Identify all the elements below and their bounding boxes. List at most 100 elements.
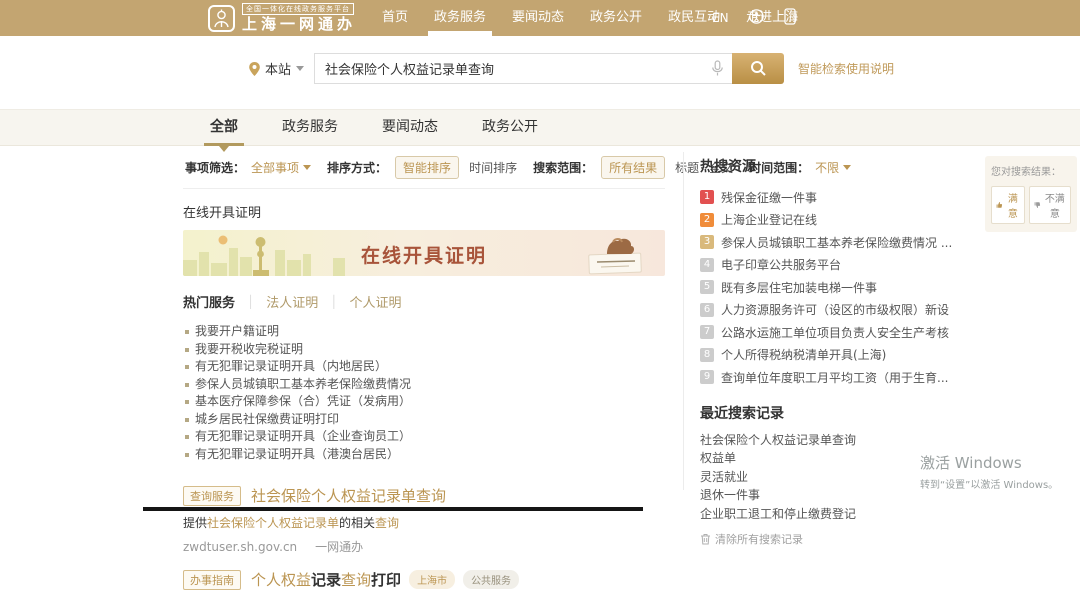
category-tag: 公共服务 [463,570,519,589]
result-description: 提供社会保险个人权益记录单的相关查询 [183,514,665,531]
cert-service-item[interactable]: 我要开税收完税证明 [183,341,665,359]
windows-activation-watermark: 激活 Windows 转到“设置”以激活 Windows。 [920,452,1058,491]
result-type-badge: 办事指南 [183,570,241,590]
search-zone: 本站 智能检索使用说明 热门搜索： 残保金征缴 灵活就业一件事 无障碍改造 [0,36,1080,110]
search-input[interactable] [314,53,732,84]
cert-service-item[interactable]: 有无犯罪记录证明开具（内地居民） [183,358,665,376]
rank-badge: 3 [700,235,714,249]
search-scope-dropdown[interactable]: 本站 [248,59,304,78]
region-tag: 上海市 [409,570,455,589]
thumb-up-icon [996,200,1003,210]
cert-tab-personal[interactable]: 个人证明 [350,292,402,311]
tab-gov-services[interactable]: 政务服务 [282,110,338,146]
recent-search-item[interactable]: 社会保险个人权益记录单查询 [700,431,975,450]
cert-tab-legal-person[interactable]: 法人证明 [266,292,318,311]
hot-resources-list: 1残保金征缴一件事 2上海企业登记在线 3参保人员城镇职工基本养老保险缴费情况 … [700,186,975,389]
filter-item-label: 事项筛选： [185,159,245,176]
nav-services[interactable]: 政务服务 [434,0,486,36]
satisfied-button[interactable]: 满意 [991,186,1025,224]
sort-time-option[interactable]: 时间排序 [469,159,517,176]
rank-badge: 4 [700,258,714,272]
mascot-icon [208,5,235,32]
result-title-link[interactable]: 个人权益记录查询打印 [251,569,401,590]
search-result: 办事指南 个人权益记录查询打印 上海市 公共服务 [183,569,665,590]
hot-resource-item[interactable]: 5既有多层住宅加装电梯一件事 [700,276,975,299]
hot-resource-item[interactable]: 2上海企业登记在线 [700,209,975,232]
tab-news[interactable]: 要闻动态 [382,110,438,146]
filter-item-dropdown[interactable]: 全部事项 [251,159,311,176]
hot-resource-item[interactable]: 3参保人员城镇职工基本养老保险缴费情况 ... [700,231,975,254]
nav-news[interactable]: 要闻动态 [512,0,564,36]
rank-badge: 2 [700,213,714,227]
rank-badge: 6 [700,303,714,317]
feedback-label: 您对搜索结果： [991,163,1071,178]
scope-title-option[interactable]: 标题 [675,159,699,176]
search-result: 查询服务 社会保险个人权益记录单查询 提供社会保险个人权益记录单的相关查询 zw… [183,485,665,555]
smart-search-help-link[interactable]: 智能检索使用说明 [798,60,894,77]
hot-resources-title: 热搜资源 [700,156,975,176]
hot-resource-item[interactable]: 9查询单位年度职工月平均工资（用于生育... [700,366,975,389]
cert-service-item[interactable]: 参保人员城镇职工基本养老保险缴费情况 [183,376,665,394]
divider: │ [247,295,254,309]
rank-badge: 8 [700,348,714,362]
cert-tabs: 热门服务 │ 法人证明 │ 个人证明 [183,292,665,311]
rank-badge: 9 [700,370,714,384]
footer-edge [143,507,643,511]
cert-service-item[interactable]: 基本医疗保障参保（合）凭证（发病用） [183,393,665,411]
location-pin-icon [248,61,261,77]
language-switch[interactable]: EN [712,11,729,25]
chevron-down-icon [303,165,311,170]
feedback-panel: 您对搜索结果： 满意 不满意 [985,156,1077,232]
column-divider [683,152,684,490]
hot-resource-item[interactable]: 7公路水运施工单位项目负责人安全生产考核 [700,321,975,344]
unsatisfied-button[interactable]: 不满意 [1029,186,1071,224]
nav-home[interactable]: 首页 [382,0,408,36]
hot-resource-item[interactable]: 1残保金征缴一件事 [700,186,975,209]
result-title-link[interactable]: 社会保险个人权益记录单查询 [251,485,446,506]
search-button[interactable] [732,53,784,84]
rank-badge: 7 [700,325,714,339]
rank-badge: 5 [700,280,714,294]
cert-service-item[interactable]: 我要开户籍证明 [183,323,665,341]
results-column: 事项筛选： 全部事项 排序方式： 智能排序 时间排序 搜索范围： 所有结果 标题… [183,146,665,590]
cert-service-item[interactable]: 有无犯罪记录证明开具（企业查询员工） [183,428,665,446]
tab-open-gov[interactable]: 政务公开 [482,110,538,146]
filter-sort-label: 排序方式： [327,159,387,176]
hot-resource-item[interactable]: 6人力资源服务许可（设区的市级权限）新设 [700,299,975,322]
search-scope-label: 本站 [265,59,291,78]
clear-history-button[interactable]: 清除所有搜索记录 [700,531,975,547]
sort-smart-option[interactable]: 智能排序 [395,156,459,179]
top-header: 全国一体化在线政务服务平台 上海一网通办 首页 政务服务 要闻动态 政务公开 政… [0,0,1080,36]
accessibility-icon[interactable] [749,9,764,28]
recent-searches-title: 最近搜索记录 [700,403,975,423]
trash-icon [700,533,711,545]
filter-scope-label: 搜索范围： [533,159,593,176]
tab-all[interactable]: 全部 [210,110,238,146]
site-logo[interactable]: 全国一体化在线政务服务平台 上海一网通办 [208,3,356,33]
cert-service-item[interactable]: 有无犯罪记录证明开具（港澳台居民） [183,446,665,464]
scope-all-option[interactable]: 所有结果 [601,156,665,179]
cert-service-list: 我要开户籍证明 我要开税收完税证明 有无犯罪记录证明开具（内地居民） 参保人员城… [183,323,665,463]
thumb-down-icon [1034,200,1041,210]
divider [183,188,665,189]
hot-resource-item[interactable]: 8个人所得税纳税清单开具(上海) [700,344,975,367]
divider: │ [330,295,337,309]
rank-badge: 1 [700,190,714,204]
voice-search-icon[interactable] [711,60,724,81]
platform-label: 全国一体化在线政务服务平台 [242,3,354,15]
stamp-illustration [577,232,651,276]
result-category-strip: 全部 政务服务 要闻动态 政务公开 [0,110,1080,146]
site-name: 上海一网通办 [242,15,356,33]
result-type-badge: 查询服务 [183,486,241,506]
cert-tab-hot[interactable]: 热门服务 [183,292,235,311]
cert-section-heading: 在线开具证明 [183,202,665,221]
cert-service-item[interactable]: 城乡居民社保缴费证明打印 [183,411,665,429]
search-icon [750,60,767,77]
nav-open-gov[interactable]: 政务公开 [590,0,642,36]
recent-search-item[interactable]: 企业职工退工和停止缴费登记 [700,505,975,524]
hot-resource-item[interactable]: 4电子印章公共服务平台 [700,254,975,277]
cert-banner[interactable]: 在线开具证明 [183,230,665,276]
mobile-app-icon[interactable] [784,8,796,29]
result-source: zwdtuser.sh.gov.cn一网通办 [183,538,665,555]
chevron-down-icon [296,66,304,71]
